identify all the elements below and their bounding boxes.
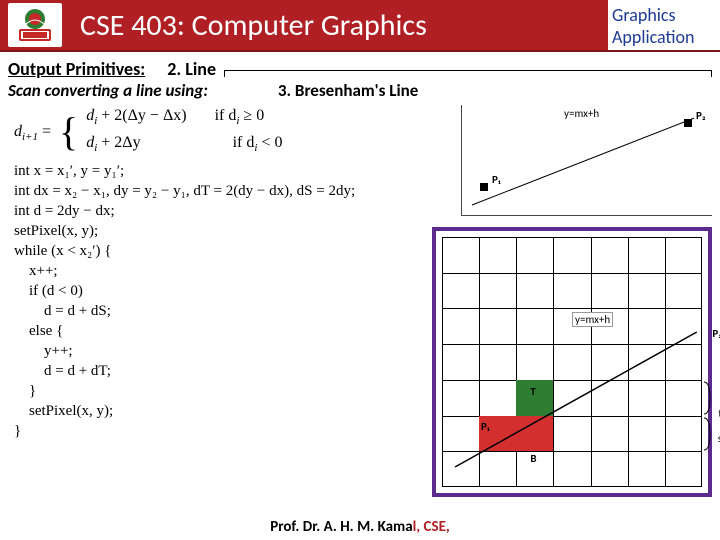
footer-name: Prof. Dr. A. H. M. Kama [270,518,412,536]
section-row: Output Primitives: 2. Line [0,52,720,80]
grid-b-label: B [530,452,536,465]
corner-label: Graphics Application [608,0,720,50]
f-lhs: d [14,123,22,140]
university-logo [8,3,62,47]
footer-suffix: l, CSE, [413,518,450,536]
f-r1b: + 2(Δy − Δx) [97,107,186,124]
corner-line2: Application [612,26,716,48]
algorithm-code: int x = x₁′, y = y₁′; int dx = x₂ − x₁, … [14,161,355,441]
grid-equation: y=mx+h [572,312,613,327]
section-item: 2. Line [167,58,216,80]
f-r1cb: ≥ 0 [239,107,264,124]
pixel-grid-diagram: P₁ P₂ T B y=mx+h t s [432,227,712,497]
header-bar: CSE 403: Computer Graphics Graphics Appl… [0,0,720,52]
footer-credit: Prof. Dr. A. H. M. Kamal, CSE, [0,518,720,536]
course-title: CSE 403: Computer Graphics [80,7,427,44]
f-r2cb: < 0 [257,134,282,151]
point-p2: P₂ [694,109,708,122]
f-eq: = [42,123,51,140]
grid-p2-label: P₂ [712,327,720,340]
scan-label: Scan converting a line using: [8,80,208,101]
f-r2c: if d [233,134,255,151]
brace-ts-icon [702,380,716,455]
subsection-row: Scan converting a line using: 3. Bresenh… [0,80,720,101]
f-lhs-sub: i+1 [22,131,38,143]
f-r1c: if d [215,107,237,124]
brace-icon: { [59,109,78,154]
grid-t-label: T [530,385,535,398]
f-r2b: + 2Δy [97,134,140,151]
point-p1: P₁ [490,173,503,186]
recurrence-formula: di+1 = { di + 2(Δy − Δx) if di ≥ 0 di + … [14,105,282,159]
grid-p1-label: P₁ [481,420,490,433]
section-heading: Output Primitives: [8,58,145,80]
corner-line1: Graphics [612,4,716,26]
algorithm-name: 3. Bresenham's Line [278,80,418,101]
line-diagram-upper: y=mx+h P₁ P₂ [461,105,712,216]
line-equation: y=mx+h [562,107,601,120]
pixel-grid: P₁ P₂ T B y=mx+h t s [442,237,702,487]
bracket-rule [224,70,712,77]
